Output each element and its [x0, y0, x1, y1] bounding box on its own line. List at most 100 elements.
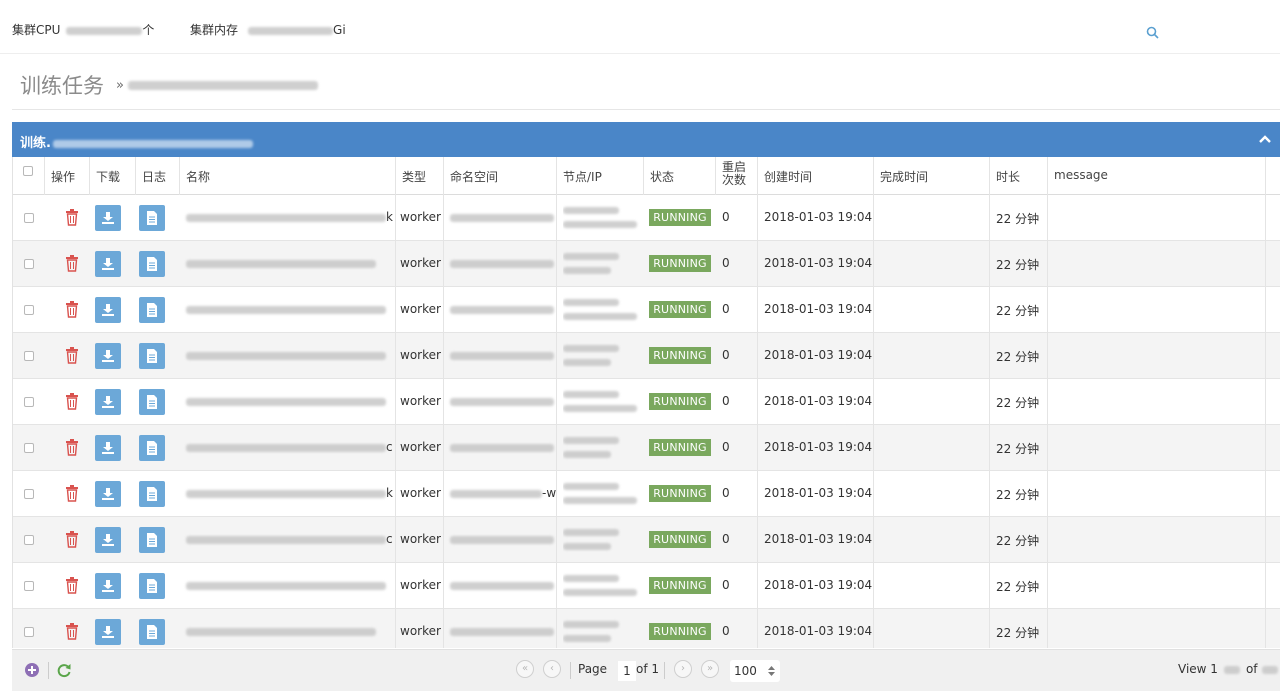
cell-node-ip — [563, 609, 645, 648]
trash-icon[interactable] — [65, 255, 79, 272]
table-row[interactable]: worker RUNNING 0 2018-01-03 19:04:15 22 … — [13, 379, 1280, 425]
header-node-ip[interactable]: 节点/IP — [557, 157, 644, 195]
trash-icon[interactable] — [65, 209, 79, 226]
trash-icon[interactable] — [65, 347, 79, 364]
trash-icon[interactable] — [65, 531, 79, 548]
search-icon[interactable] — [1146, 26, 1159, 39]
cell-message — [1048, 195, 1266, 241]
document-icon — [147, 211, 157, 225]
view-of-label: of — [1245, 662, 1258, 676]
cell-created: 2018-01-03 19:04:15 — [758, 333, 874, 379]
header-download[interactable]: 下载 — [90, 157, 136, 195]
refresh-icon[interactable] — [56, 662, 72, 678]
download-button[interactable] — [95, 435, 121, 461]
log-button[interactable] — [139, 297, 165, 323]
log-button[interactable] — [139, 343, 165, 369]
header-namespace[interactable]: 命名空间 — [444, 157, 557, 195]
row-checkbox[interactable] — [24, 259, 34, 269]
download-button[interactable] — [95, 251, 121, 277]
log-button[interactable] — [139, 251, 165, 277]
cell-type: worker — [396, 609, 444, 648]
row-checkbox[interactable] — [24, 351, 34, 361]
download-button[interactable] — [95, 481, 121, 507]
cell-node-ip — [563, 333, 645, 379]
header-ops[interactable]: 操作 — [45, 157, 90, 195]
header-created[interactable]: 创建时间 — [758, 157, 874, 195]
log-button[interactable] — [139, 527, 165, 553]
header-restarts-line1: 重启 — [722, 160, 747, 174]
table-row[interactable]: c worker RUNNING 0 2018-01-03 19:04:15 2… — [13, 517, 1280, 563]
cell-finished — [874, 379, 990, 425]
row-checkbox[interactable] — [24, 443, 34, 453]
cell-node-ip — [563, 287, 645, 333]
download-button[interactable] — [95, 573, 121, 599]
header-log[interactable]: 日志 — [136, 157, 180, 195]
header-finished[interactable]: 完成时间 — [874, 157, 990, 195]
header-restarts-line2: 次数 — [722, 173, 747, 187]
breadcrumb-separator: » — [116, 78, 124, 93]
row-checkbox[interactable] — [24, 627, 34, 637]
cell-name — [180, 287, 396, 333]
table-row[interactable]: worker RUNNING 0 2018-01-03 19:04:15 22 … — [13, 287, 1280, 333]
trash-icon[interactable] — [65, 393, 79, 410]
row-checkbox[interactable] — [24, 213, 34, 223]
trash-icon[interactable] — [65, 301, 79, 318]
view-records-label: View 1 of — [1178, 662, 1278, 676]
table-row[interactable]: worker RUNNING 0 2018-01-03 19:04:16 22 … — [13, 609, 1280, 648]
table-row[interactable]: c worker RUNNING 0 2018-01-03 19:04:15 2… — [13, 425, 1280, 471]
download-button[interactable] — [95, 297, 121, 323]
trash-icon[interactable] — [65, 623, 79, 640]
row-checkbox[interactable] — [24, 489, 34, 499]
row-checkbox[interactable] — [24, 397, 34, 407]
cell-created: 2018-01-03 19:04:15 — [758, 471, 874, 517]
log-button[interactable] — [139, 573, 165, 599]
table-row[interactable]: worker RUNNING 0 2018-01-03 19:04:15 22 … — [13, 333, 1280, 379]
log-button[interactable] — [139, 389, 165, 415]
download-button[interactable] — [95, 389, 121, 415]
cell-type: worker — [396, 287, 444, 333]
header-name[interactable]: 名称 — [180, 157, 396, 195]
download-button[interactable] — [95, 619, 121, 645]
header-type[interactable]: 类型 — [396, 157, 444, 195]
page-number-input[interactable]: 1 — [618, 661, 636, 681]
download-button[interactable] — [95, 527, 121, 553]
cell-name — [180, 379, 396, 425]
row-checkbox[interactable] — [24, 581, 34, 591]
download-button[interactable] — [95, 205, 121, 231]
log-button[interactable] — [139, 435, 165, 461]
trash-icon[interactable] — [65, 485, 79, 502]
cell-type: worker — [396, 379, 444, 425]
row-checkbox[interactable] — [24, 305, 34, 315]
page-size-select[interactable]: 100 — [730, 660, 780, 682]
log-button[interactable] — [139, 481, 165, 507]
cell-name-tail: c — [386, 440, 393, 454]
panel-title: 训练. — [20, 132, 253, 151]
add-icon[interactable] — [24, 662, 40, 678]
header-restarts[interactable]: 重启 次数 — [716, 157, 758, 195]
cell-namespace — [444, 333, 557, 379]
log-button[interactable] — [139, 205, 165, 231]
jobs-table: 操作 下载 日志 名称 类型 命名空间 节点/IP 状态 重启 次数 创建时间 完… — [12, 157, 1280, 648]
trash-icon[interactable] — [65, 439, 79, 456]
last-page-icon[interactable]: » — [701, 660, 719, 678]
select-all-checkbox[interactable] — [23, 166, 33, 176]
cell-name: k — [180, 471, 396, 517]
download-button[interactable] — [95, 343, 121, 369]
log-button[interactable] — [139, 619, 165, 645]
document-icon — [147, 441, 157, 455]
header-message[interactable]: message — [1048, 157, 1266, 195]
chevron-up-icon[interactable] — [1258, 133, 1272, 145]
header-duration[interactable]: 时长 — [990, 157, 1048, 195]
first-page-icon[interactable]: « — [516, 660, 534, 678]
row-checkbox[interactable] — [24, 535, 34, 545]
table-row[interactable]: worker RUNNING 0 2018-01-03 19:04:15 22 … — [13, 241, 1280, 287]
prev-page-icon[interactable]: ‹ — [543, 660, 561, 678]
trash-icon[interactable] — [65, 577, 79, 594]
cell-node-ip — [563, 379, 645, 425]
table-row[interactable]: k worker RUNNING 0 2018-01-03 19:04:15 2… — [13, 195, 1280, 241]
table-row[interactable]: k worker -wo RUNNING 0 2018-01-03 19:04:… — [13, 471, 1280, 517]
next-page-icon[interactable]: › — [674, 660, 692, 678]
header-status[interactable]: 状态 — [644, 157, 716, 195]
table-row[interactable]: worker RUNNING 0 2018-01-03 19:04:16 22 … — [13, 563, 1280, 609]
download-icon — [102, 534, 114, 546]
